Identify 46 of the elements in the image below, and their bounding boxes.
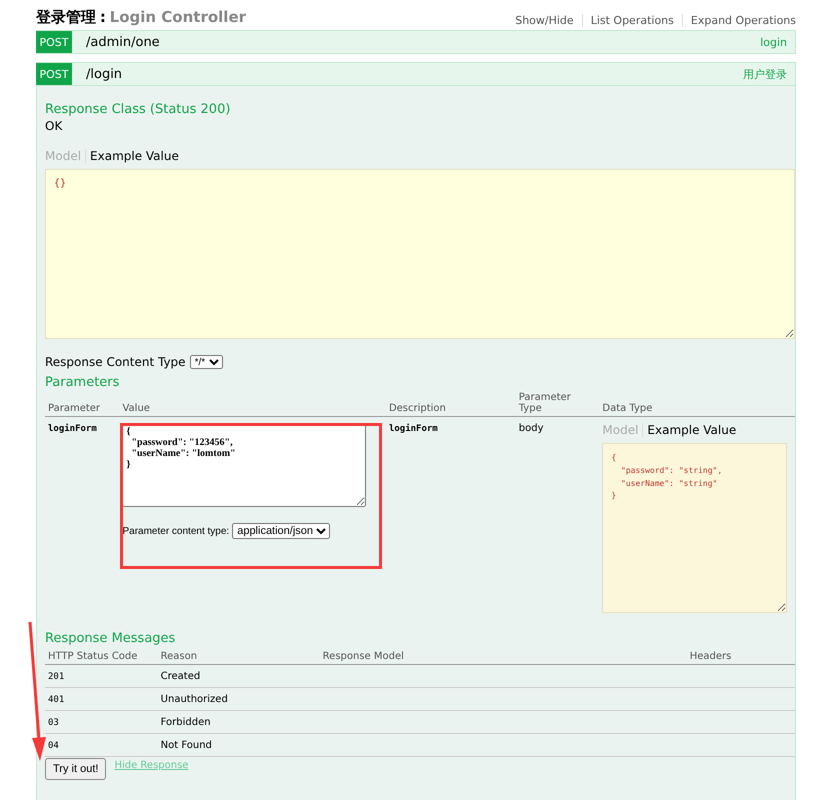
column-header: Response Model: [320, 646, 687, 664]
parameter-name: loginForm: [48, 424, 97, 434]
signature-tab[interactable]: Example Value: [86, 149, 183, 163]
parameter-content-type-select[interactable]: application/json: [232, 523, 330, 539]
column-header: Parameter: [45, 390, 120, 416]
column-header: Reason: [158, 646, 320, 664]
method-badge: POST: [36, 63, 72, 85]
controller-name: Login Controller: [110, 8, 246, 26]
parameter-type: body: [518, 423, 544, 434]
status-code: 04: [48, 740, 59, 750]
parameter-description: loginForm: [388, 424, 438, 434]
signature-tab[interactable]: Example Value: [643, 423, 740, 437]
operation-path[interactable]: /login: [86, 66, 743, 82]
parameter-content-type-label: Parameter content type:: [122, 526, 230, 536]
try-it-out-button[interactable]: Try it out!: [45, 758, 106, 780]
operation-path[interactable]: /admin/one: [86, 34, 760, 50]
header-link[interactable]: Expand Operations: [682, 14, 796, 27]
separator: :: [100, 8, 106, 26]
column-header: HTTP Status Code: [45, 646, 158, 664]
column-header: Value: [119, 390, 386, 416]
example-value-box[interactable]: {}: [45, 169, 795, 339]
status-reason: Not Found: [160, 740, 212, 750]
header-link[interactable]: Show/Hide: [507, 14, 582, 27]
status-code: 201: [48, 672, 64, 682]
parameter-value-field[interactable]: { "password": "123456", "userName": "lomtom" }: [122, 423, 366, 507]
status-reason: Created: [160, 670, 200, 682]
column-header: Description: [386, 390, 516, 416]
section-heading: Response Class (Status 200): [45, 102, 232, 117]
status-reason: Unauthorized: [160, 694, 228, 704]
section-heading: Response Messages: [45, 631, 176, 646]
column-header: Headers: [686, 646, 795, 664]
status-code: 03: [48, 718, 59, 728]
method-badge: POST: [36, 31, 72, 53]
operation-bar[interactable]: POST /login 用户登录: [36, 62, 796, 86]
column-header: Parameter Type: [516, 390, 600, 416]
section-heading: Parameters: [45, 375, 120, 390]
column-header: Data Type: [599, 390, 795, 416]
operation-bar[interactable]: POST /admin/one login: [36, 30, 796, 54]
status-code: 401: [48, 694, 64, 704]
section-title: 登录管理: [36, 8, 96, 26]
example-value-box[interactable]: { "password": "string", "userName": "string" }: [602, 443, 788, 613]
content-type-select[interactable]: */*: [190, 355, 223, 369]
header-link[interactable]: List Operations: [582, 14, 682, 27]
response-class-value: OK: [45, 119, 64, 133]
content-type-label: Response Content Type: [45, 355, 186, 369]
status-reason: Forbidden: [160, 716, 211, 728]
